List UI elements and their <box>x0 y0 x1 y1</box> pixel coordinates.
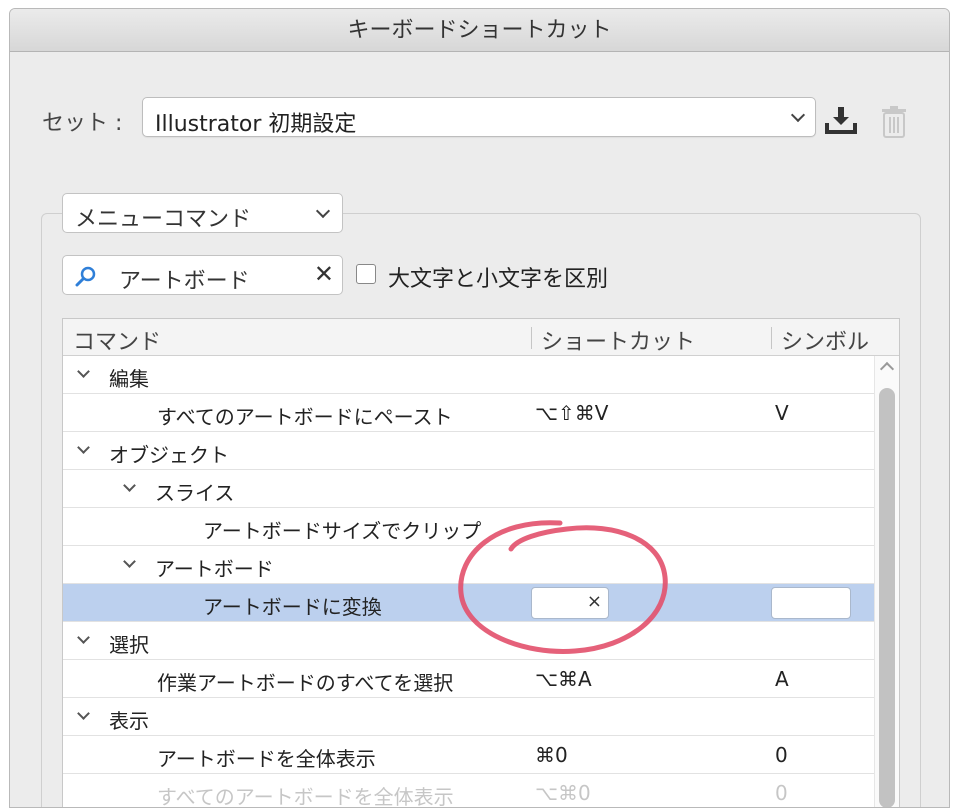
symbol-input[interactable] <box>771 587 851 619</box>
command-category-value: メニューコマンド <box>75 207 252 232</box>
keyboard-shortcuts-dialog: キーボードショートカット セット : Illustrator 初期設定 メニュー… <box>9 8 950 808</box>
shortcut-value: ⌥⌘0 <box>535 781 591 805</box>
column-header-command[interactable]: コマンド <box>73 324 161 356</box>
command-name: 表示 <box>109 709 149 733</box>
table-row[interactable]: 編集 <box>63 356 875 394</box>
command-name: アートボードに変換 <box>203 595 382 619</box>
search-value: アートボード <box>119 269 250 294</box>
trash-icon[interactable] <box>880 105 908 143</box>
dialog-title: キーボードショートカット <box>10 9 949 52</box>
shortcut-value: ⌥⇧⌘V <box>535 401 609 425</box>
column-divider <box>771 327 772 349</box>
shortcut-value: ⌥⌘A <box>535 667 592 691</box>
table-row[interactable]: スライス <box>63 470 875 508</box>
hand-drawn-circle-annotation <box>458 520 668 654</box>
table-row[interactable]: 作業アートボードのすべてを選択 ⌥⌘A A <box>63 660 875 698</box>
command-name: 選択 <box>109 633 149 657</box>
command-name: 作業アートボードのすべてを選択 <box>157 671 454 695</box>
chevron-down-icon[interactable] <box>77 365 90 378</box>
set-label: セット : <box>42 111 123 136</box>
clear-search-icon[interactable]: ✕ <box>314 260 334 288</box>
column-header-symbol[interactable]: シンボル <box>781 324 869 356</box>
symbol-value: 0 <box>775 781 788 805</box>
command-name: すべてのアートボードを全体表示 <box>157 785 454 808</box>
search-input[interactable]: アートボード ✕ <box>62 255 343 295</box>
command-name: アートボード <box>155 557 274 581</box>
shortcut-value: ⌘0 <box>535 743 568 767</box>
search-icon <box>75 265 97 291</box>
column-header-shortcut[interactable]: ショートカット <box>541 324 695 356</box>
command-name: アートボードサイズでクリップ <box>203 519 482 543</box>
symbol-value: A <box>775 667 789 691</box>
save-download-icon[interactable] <box>824 105 858 139</box>
command-name: アートボードを全体表示 <box>157 747 376 771</box>
case-sensitive-label: 大文字と小文字を区別 <box>388 267 609 292</box>
set-dropdown[interactable]: Illustrator 初期設定 <box>142 97 816 137</box>
table-row[interactable]: オブジェクト <box>63 432 875 470</box>
set-value: Illustrator 初期設定 <box>155 112 357 137</box>
scrollbar-thumb[interactable] <box>879 388 895 807</box>
vertical-scrollbar[interactable] <box>874 356 899 807</box>
symbol-value: 0 <box>775 743 788 767</box>
table-row[interactable]: すべてのアートボードにペースト ⌥⇧⌘V V <box>63 394 875 432</box>
chevron-down-icon[interactable] <box>123 555 136 568</box>
table-row[interactable]: アートボードを全体表示 ⌘0 0 <box>63 736 875 774</box>
chevron-down-icon <box>790 107 806 123</box>
command-name: オブジェクト <box>109 443 229 467</box>
chevron-down-icon[interactable] <box>123 479 136 492</box>
table-header: コマンド ショートカット シンボル <box>63 319 899 356</box>
chevron-down-icon <box>315 203 331 219</box>
table-row[interactable]: 表示 <box>63 698 875 736</box>
command-name: スライス <box>155 481 235 505</box>
chevron-down-icon[interactable] <box>77 441 90 454</box>
symbol-value: V <box>775 401 789 425</box>
command-category-dropdown[interactable]: メニューコマンド <box>62 193 343 233</box>
scroll-up-arrow-icon[interactable] <box>879 361 895 377</box>
chevron-down-icon[interactable] <box>77 631 90 644</box>
case-sensitive-checkbox[interactable] <box>356 264 376 284</box>
command-name: 編集 <box>109 367 149 391</box>
column-divider <box>531 327 532 349</box>
command-name: すべてのアートボードにペースト <box>157 405 453 429</box>
chevron-down-icon[interactable] <box>77 707 90 720</box>
